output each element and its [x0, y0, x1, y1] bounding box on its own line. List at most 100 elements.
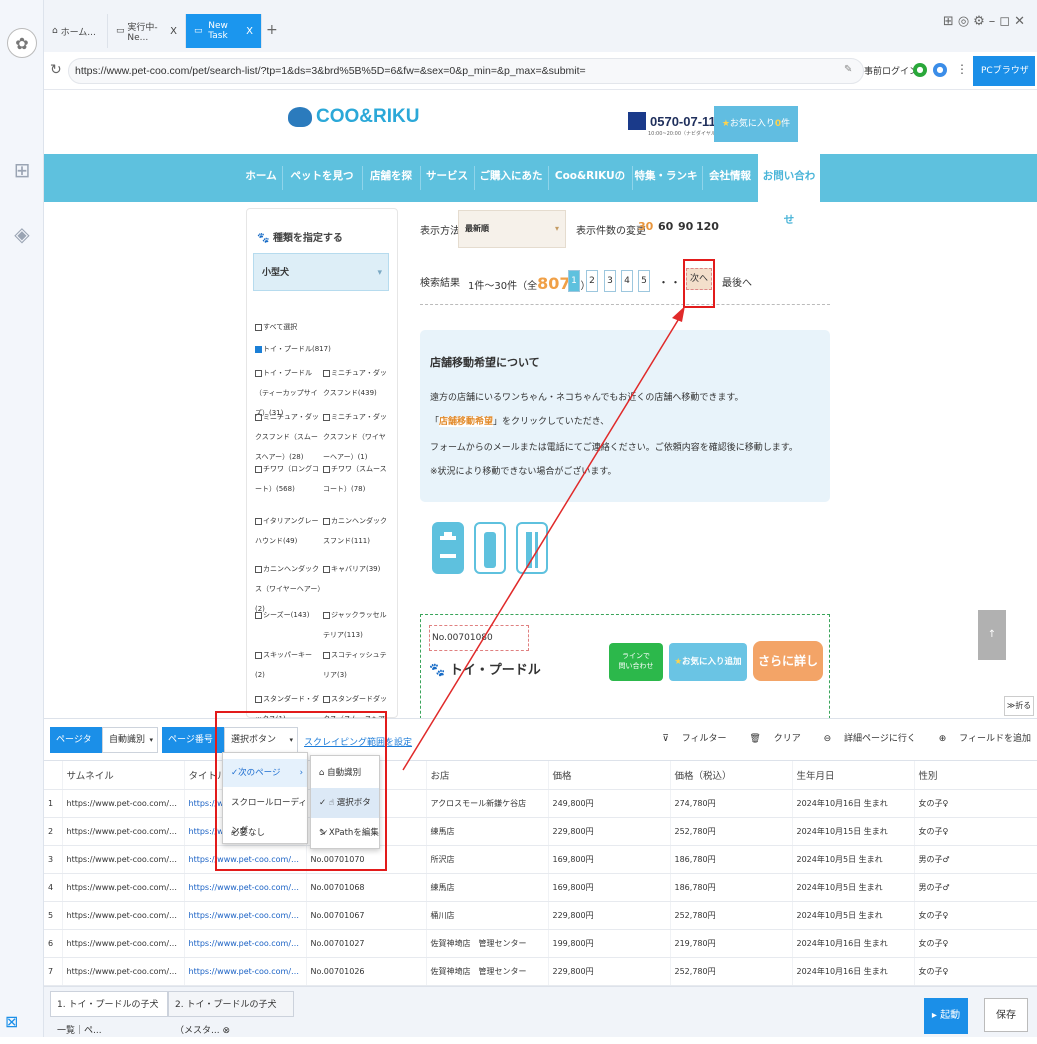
table-cell[interactable]: 女の子♀: [914, 901, 1037, 930]
favorites-button[interactable]: ★お気に入り0件: [714, 106, 798, 142]
table-cell[interactable]: 佐賀神埼店 管理センター: [426, 929, 549, 958]
breed-checkbox[interactable]: トイ・プードル(817): [255, 339, 395, 359]
table-cell[interactable]: 女の子♀: [914, 789, 1037, 818]
tab-new-task[interactable]: ▭ New Task X: [186, 14, 262, 48]
page-3[interactable]: 3: [604, 270, 616, 292]
table-cell[interactable]: 229,800円: [548, 817, 671, 846]
size-select[interactable]: 小型犬 ▾: [253, 253, 389, 291]
add-field-button[interactable]: ⊕ フィールドを追加: [929, 734, 1031, 744]
table-cell[interactable]: 2024年10月5日 生まれ: [792, 901, 915, 930]
table-cell[interactable]: 229,800円: [548, 901, 671, 930]
breed-checkbox[interactable]: ミニチュア・ダックスフンド（スムースヘアー）(28): [255, 407, 321, 467]
checkbox-icon[interactable]: [323, 611, 330, 619]
page-1[interactable]: 1: [568, 270, 580, 292]
checkbox-icon[interactable]: [323, 651, 330, 659]
table-cell[interactable]: 2: [44, 817, 63, 846]
layers-icon[interactable]: ◈: [10, 222, 34, 246]
checkbox-icon[interactable]: [323, 465, 330, 473]
sort-select[interactable]: 最新順 ▾: [458, 210, 566, 248]
count-120[interactable]: 120: [696, 220, 719, 233]
table-cell[interactable]: 2024年10月5日 生まれ: [792, 845, 915, 874]
table-cell[interactable]: 2024年10月15日 生まれ: [792, 817, 915, 846]
nav-find-pet[interactable]: ペットを見つける: [286, 154, 358, 226]
column-header[interactable]: お店: [426, 761, 549, 790]
details-button[interactable]: さらに詳しく: [753, 641, 823, 708]
nav-safety[interactable]: Coo&RIKUの安心: [552, 154, 628, 226]
table-row[interactable]: 7https://www.pet-coo.com/coo_image/...ht…: [44, 957, 1037, 986]
tab-home[interactable]: ⌂ ホーム...: [44, 14, 108, 48]
breed-checkbox[interactable]: チワワ（ロングコート）(568): [255, 459, 321, 499]
table-cell[interactable]: 所沢店: [426, 845, 549, 874]
url-input[interactable]: https://www.pet-coo.com/pet/search-list/…: [68, 58, 864, 84]
tab-close-icon[interactable]: X: [170, 26, 177, 37]
table-cell[interactable]: https://www.pet-coo.com/pet/search-d...: [184, 957, 307, 986]
column-header[interactable]: 生年月日: [792, 761, 915, 790]
table-cell[interactable]: 169,800円: [548, 845, 671, 874]
pc-browser-button[interactable]: PCブラウザ ▾: [973, 56, 1035, 106]
table-cell[interactable]: https://www.pet-coo.com/pet/search-d...: [184, 929, 307, 958]
table-cell[interactable]: 3: [44, 845, 63, 874]
checkbox-icon[interactable]: [255, 565, 262, 573]
breed-checkbox[interactable]: スコティッシュテリア(3): [323, 645, 389, 685]
table-row[interactable]: 3https://www.pet-coo.com/coo_image/...ht…: [44, 845, 1037, 874]
table-row[interactable]: 2https://www.pet-coo.com/coo_image/...ht…: [44, 817, 1037, 846]
checkbox-icon[interactable]: [255, 345, 262, 353]
table-cell[interactable]: 女の子♀: [914, 929, 1037, 958]
checkbox-icon[interactable]: [323, 695, 330, 703]
nav-home[interactable]: ホーム: [244, 154, 278, 202]
table-row[interactable]: 1https://www.pet-coo.com/coo_image/...ht…: [44, 789, 1037, 818]
table-cell[interactable]: https://www.pet-coo.com/coo_image/...: [62, 901, 185, 930]
count-90[interactable]: 90: [678, 220, 693, 233]
table-cell[interactable]: 2024年10月16日 生まれ: [792, 789, 915, 818]
new-file-icon[interactable]: ⊞: [10, 158, 34, 182]
detail-page-button[interactable]: ⊖ 詳細ページに行く: [814, 734, 916, 744]
table-cell[interactable]: 4: [44, 873, 63, 902]
breed-checkbox[interactable]: すべて選択: [255, 317, 321, 337]
column-header[interactable]: サムネイル: [62, 761, 185, 790]
extension-blue-icon[interactable]: ●: [933, 63, 947, 77]
table-cell[interactable]: 7: [44, 957, 63, 986]
table-cell[interactable]: https://www.pet-coo.com/coo_image/...: [62, 789, 185, 818]
table-cell[interactable]: 249,800円: [548, 789, 671, 818]
checkbox-icon[interactable]: [255, 465, 262, 473]
table-cell[interactable]: 199,800円: [548, 929, 671, 958]
nav-company[interactable]: 会社情報: [706, 154, 754, 202]
checkbox-icon[interactable]: [323, 517, 330, 525]
clear-button[interactable]: 🗑 クリア: [739, 734, 800, 744]
nav-service[interactable]: サービス: [424, 154, 470, 202]
table-cell[interactable]: 252,780円: [670, 957, 793, 986]
count-60[interactable]: 60: [658, 220, 673, 233]
table-cell[interactable]: 229,800円: [548, 957, 671, 986]
table-cell[interactable]: 2024年10月5日 生まれ: [792, 873, 915, 902]
breed-checkbox[interactable]: ジャックラッセルテリア(113): [323, 605, 389, 645]
table-cell[interactable]: https://www.pet-coo.com/coo_image/...: [62, 929, 185, 958]
pre-login-link[interactable]: 事前ログイン: [864, 64, 918, 77]
table-cell[interactable]: 186,780円: [670, 873, 793, 902]
task-tab-2[interactable]: 2. トイ・プードルの子犬（メスタ... ⊗: [168, 991, 294, 1036]
table-cell[interactable]: https://www.pet-coo.com/pet/search-d...: [184, 901, 307, 930]
table-cell[interactable]: 佐賀神埼店 管理センター: [426, 957, 549, 986]
table-cell[interactable]: 練馬店: [426, 817, 549, 846]
checkbox-icon[interactable]: [255, 517, 262, 525]
start-button[interactable]: ▸ 起動: [924, 998, 968, 1034]
nav-ranking[interactable]: 特集・ランキング: [634, 154, 698, 226]
table-row[interactable]: 4https://www.pet-coo.com/coo_image/...ht…: [44, 873, 1037, 902]
table-cell[interactable]: 252,780円: [670, 901, 793, 930]
nav-purchase[interactable]: ご購入にあたり: [478, 154, 544, 226]
table-cell[interactable]: 男の子♂: [914, 873, 1037, 902]
checkbox-icon[interactable]: [323, 565, 330, 573]
nav-contact[interactable]: お問い合わせ: [758, 154, 820, 226]
column-header[interactable]: [44, 761, 63, 790]
line-inquiry-button[interactable]: ラインで 問い合わせ: [609, 643, 663, 681]
breed-checkbox[interactable]: ミニチュア・ダックスフンド(439): [323, 363, 389, 403]
task-tab-1[interactable]: 1. トイ・プードルの子犬一覧｜ペ...: [50, 991, 168, 1036]
close-icon[interactable]: ⊗: [222, 1026, 230, 1036]
breed-checkbox[interactable]: チワワ（スムースコート）(78): [323, 459, 389, 499]
checkbox-icon[interactable]: [255, 323, 262, 331]
breed-checkbox[interactable]: ミニチュア・ダックスフンド（ワイヤーヘアー）(1): [323, 407, 389, 467]
table-cell[interactable]: 女の子♀: [914, 817, 1037, 846]
last-page-link[interactable]: 最後へ: [722, 274, 752, 289]
count-30[interactable]: 30: [638, 220, 653, 233]
table-cell[interactable]: 1: [44, 789, 63, 818]
breed-checkbox[interactable]: カニンヘンダックスフンド(111): [323, 511, 389, 551]
